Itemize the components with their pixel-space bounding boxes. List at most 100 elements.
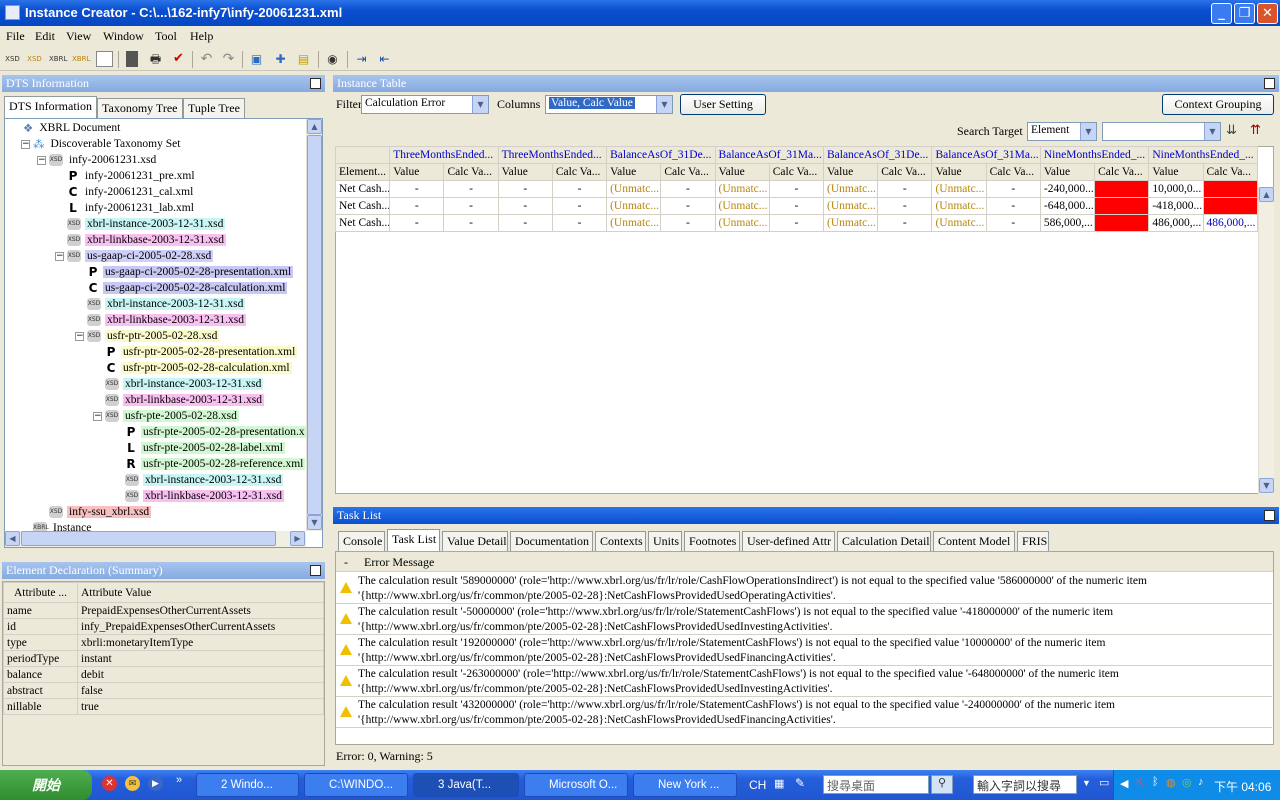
value-cell[interactable]: - (985, 197, 1041, 215)
value-cell[interactable]: - (443, 180, 499, 198)
search-icon[interactable]: ⚲ (931, 775, 953, 794)
quicklaunch-mail-icon[interactable]: ✉ (125, 776, 140, 791)
value-cell[interactable]: - (768, 214, 824, 232)
scroll-down-icon[interactable]: ▼ (1259, 478, 1274, 493)
tree-node[interactable]: Cinfy-20061231_cal.xml (67, 185, 195, 201)
value-cell[interactable]: 486,000,... (1202, 214, 1259, 232)
error-row[interactable]: The calculation result '432000000' (role… (336, 697, 1272, 728)
value-cell[interactable]: -50,000... (1202, 197, 1259, 215)
tray-browser-icon[interactable]: ◍ (1166, 776, 1176, 789)
scroll-thumb[interactable] (307, 135, 322, 515)
element-cell[interactable]: Net Cash... (334, 180, 391, 198)
tree-node[interactable]: Cusfr-ptr-2005-02-28-calculation.xml (105, 361, 292, 377)
layout-icon[interactable] (96, 51, 113, 67)
tab-tuple-tree[interactable]: Tuple Tree (183, 98, 245, 118)
context-header[interactable]: BalanceAsOf_31De... (606, 146, 716, 164)
table-row[interactable]: Net Cash... - - - - (Unmatc... - (Unmatc... - (Un… (334, 180, 1259, 198)
tree-vertical-scrollbar[interactable]: ▲ ▼ (306, 119, 322, 531)
tree-node[interactable]: XSD xbrl-linkbase-2003-12-31.xsd (125, 489, 285, 505)
value-cell[interactable]: (Unmatc... (822, 214, 879, 232)
value-column-header[interactable]: Calc Va... (1202, 163, 1259, 181)
filter-down-icon[interactable]: ⇊ (1226, 123, 1242, 139)
maximize-button[interactable]: ❐ (1234, 3, 1255, 24)
language-indicator[interactable]: CH (749, 778, 766, 792)
tree-node[interactable]: XSD xbrl-linkbase-2003-12-31.xsd (87, 313, 247, 329)
error-row[interactable]: The calculation result '589000000' (role… (336, 573, 1272, 604)
value-column-header[interactable]: Value (1039, 163, 1096, 181)
chevron-down-icon[interactable]: ▼ (1204, 123, 1220, 140)
value-cell[interactable]: (Unmatc... (606, 197, 662, 215)
value-cell[interactable]: -648,000... (1039, 197, 1096, 215)
value-column-header[interactable]: Value (389, 163, 445, 181)
maximize-panel-icon[interactable] (1264, 510, 1275, 521)
tree-node[interactable]: XSD xbrl-linkbase-2003-12-31.xsd (67, 233, 227, 249)
tree-node[interactable]: XSD xbrl-instance-2003-12-31.xsd (67, 217, 226, 233)
task-windows-explorer[interactable]: 2 Windo... (196, 773, 299, 797)
tree-node[interactable]: Lusfr-pte-2005-02-28-label.xml (125, 441, 285, 457)
save-icon[interactable] (126, 51, 138, 67)
value-cell[interactable]: (Unmatc... (606, 214, 662, 232)
tree-node[interactable]: XSD infy-ssu_xbrl.xsd (49, 505, 152, 521)
tree-node[interactable]: XSD xbrl-instance-2003-12-31.xsd (87, 297, 246, 313)
add-icon[interactable]: ✚ (272, 51, 289, 67)
quicklaunch-more-icon[interactable]: » (176, 774, 182, 786)
value-cell[interactable]: - (985, 180, 1041, 198)
tray-bluetooth-icon[interactable]: ᛒ (1152, 776, 1159, 788)
tree-node[interactable]: XSD infy-20061231.xsd (49, 153, 158, 169)
menu-edit[interactable]: Edit (35, 29, 55, 44)
tree-expander[interactable]: − (75, 332, 84, 341)
context-header[interactable]: BalanceAsOf_31Ma... (714, 146, 824, 164)
tree-node[interactable]: XSD xbrl-instance-2003-12-31.xsd (105, 377, 264, 393)
value-column-header[interactable]: Value (497, 163, 553, 181)
tab-contexts[interactable]: Contexts (595, 531, 646, 551)
tree-node[interactable]: XSD usfr-ptr-2005-02-28.xsd (87, 329, 220, 345)
value-cell[interactable]: (Unmatc... (714, 197, 770, 215)
inspect-icon[interactable]: ◉ (324, 51, 341, 67)
pen-icon[interactable]: ✎ (795, 776, 805, 790)
close-button[interactable]: ✕ (1257, 3, 1278, 24)
context-header[interactable]: BalanceAsOf_31Ma... (931, 146, 1041, 164)
tray-antivirus-icon[interactable]: K (1136, 776, 1143, 788)
desktop-search-input[interactable]: 搜尋桌面 (823, 775, 929, 794)
ime-icon[interactable]: ▦ (774, 777, 784, 790)
value-column-header[interactable]: Value (822, 163, 879, 181)
export-icon[interactable]: ⇤ (376, 51, 393, 67)
vertical-splitter[interactable] (328, 75, 332, 767)
value-cell[interactable]: - (877, 180, 933, 198)
task-new-york[interactable]: New York ... (633, 773, 737, 797)
value-column-header[interactable]: Value (1148, 163, 1204, 181)
value-cell[interactable]: -240,000... (1039, 180, 1096, 198)
menu-help[interactable]: Help (190, 29, 213, 44)
value-cell[interactable]: - (443, 197, 499, 215)
value-column-header[interactable]: Calc Va... (985, 163, 1041, 181)
value-cell[interactable]: - (551, 197, 608, 215)
scroll-up-icon[interactable]: ▲ (1259, 187, 1274, 202)
value-cell[interactable]: 432,000... (1094, 180, 1150, 198)
context-header[interactable]: NineMonthsEnded_... (1148, 146, 1258, 164)
attribute-name-header[interactable]: Attribute ... (3, 582, 78, 603)
error-row[interactable]: The calculation result '192000000' (role… (336, 635, 1272, 666)
value-column-header[interactable]: Calc Va... (551, 163, 608, 181)
xsd-icon[interactable]: XSD (26, 51, 43, 67)
add-doc-icon[interactable]: ▤ (295, 51, 312, 67)
redo-icon[interactable]: ↷ (220, 51, 237, 67)
value-cell[interactable]: 486,000,... (1148, 214, 1204, 232)
context-header[interactable]: ThreeMonthsEnded... (497, 146, 608, 164)
value-cell[interactable]: (Unmatc... (714, 180, 770, 198)
value-column-header[interactable]: Calc Va... (443, 163, 499, 181)
quicklaunch-close-icon[interactable]: ✕ (102, 776, 117, 791)
tree-node[interactable]: Cus-gaap-ci-2005-02-28-calculation.xml (87, 281, 288, 297)
menu-window[interactable]: Window (103, 29, 144, 44)
columns-select[interactable]: Value, Calc Value ▼ (545, 95, 673, 114)
tree-node[interactable]: ⁂ Discoverable Taxonomy Set (33, 137, 182, 153)
table-row[interactable]: Net Cash... - - - - (Unmatc... - (Unmatc... - (Un… (334, 214, 1259, 232)
scroll-right-icon[interactable]: ▶ (290, 531, 305, 546)
element-cell[interactable]: Net Cash... (334, 214, 391, 232)
tab-value-detail[interactable]: Value Detail (442, 531, 508, 551)
value-cell[interactable]: (Unmatc... (714, 214, 770, 232)
tree-expander[interactable]: − (55, 252, 64, 261)
context-header[interactable]: NineMonthsEnded_... (1039, 146, 1150, 164)
value-column-header[interactable]: Value (714, 163, 770, 181)
value-cell[interactable]: - (660, 180, 716, 198)
chevron-down-icon[interactable]: ▼ (656, 96, 672, 113)
